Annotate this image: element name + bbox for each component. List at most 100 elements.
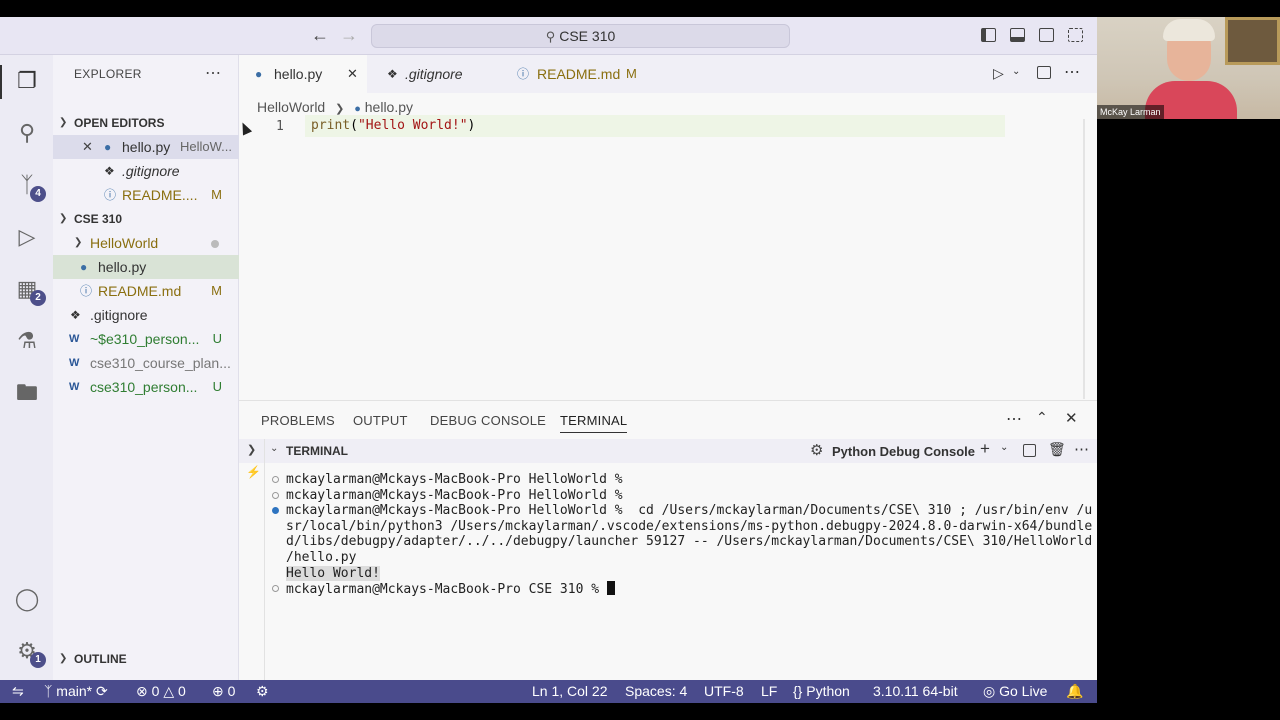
back-arrow-icon[interactable]: ← [311,25,329,45]
workspace-section[interactable]: ❯ CSE 310 [53,207,239,231]
debug-gear-icon: ⚙ [810,442,824,459]
open-editor-item[interactable]: ❖ .gitignore [53,159,239,183]
file-item[interactable]: W cse310_person... U [53,375,239,399]
cursor-position[interactable]: Ln 1, Col 22 [532,680,608,703]
tab-hello-py[interactable]: ● hello.py ✕ [239,55,367,93]
tab-debug-console[interactable]: DEBUG CONSOLE [430,413,546,428]
info-file-icon: ⓘ [517,67,530,81]
tab-gitignore[interactable]: ❖ .gitignore [367,55,503,93]
remote-icon[interactable]: ⇋ [12,680,24,703]
file-item[interactable]: W ~$e310_person... U [53,327,239,351]
chevron-down-icon[interactable]: ⌄ [1000,442,1008,453]
chevron-down-icon[interactable]: ⌄ [270,443,278,454]
toggle-primary-sidebar-icon[interactable] [981,28,996,42]
search-view-icon[interactable]: ⚲ [13,119,41,147]
indentation[interactable]: Spaces: 4 [625,680,687,703]
extensions-icon[interactable]: ▦ 2 [13,275,46,306]
testing-icon[interactable]: ⚗ [13,327,41,355]
problems-status[interactable]: ⊗ 0 △ 0 [136,680,186,703]
terminal-output[interactable]: mckaylarman@Mckays-MacBook-Pro HelloWorl… [272,472,1092,598]
tab-readme[interactable]: ⓘ README.md M [503,55,653,93]
folder-name: HelloWorld [90,235,159,251]
split-editor-icon[interactable] [1037,66,1051,79]
terminal-selected-text: Hello World! [286,565,380,581]
python-interpreter[interactable]: 3.10.11 64-bit [873,680,958,703]
customize-layout-icon[interactable] [1068,28,1083,42]
notifications-bell-icon[interactable]: 🔔 [1066,680,1083,703]
command-center-label: CSE 310 [559,28,616,44]
chevron-right-icon[interactable]: ❯ [247,443,256,456]
terminal-line: mckaylarman@Mckays-MacBook-Pro HelloWorl… [272,488,1086,504]
explorer-icon[interactable]: ❐ [13,67,41,95]
code-editor[interactable]: 1 print("Hello World!") [239,115,1097,415]
presenter-name: McKay Larman [1097,105,1164,119]
line-ending[interactable]: LF [761,680,777,703]
close-icon[interactable]: ✕ [347,55,358,93]
encoding[interactable]: UTF-8 [704,680,744,703]
language-mode[interactable]: {} Python [793,680,850,703]
word-file-icon: W [69,381,80,393]
file-item[interactable]: ❖ .gitignore [53,303,239,327]
file-name: cse310_person... [90,379,198,395]
code-line[interactable]: print("Hello World!") [305,115,1005,137]
more-actions-icon[interactable]: ⋯ [1074,440,1089,458]
file-name: hello.py [98,259,147,275]
tab-problems[interactable]: PROBLEMS [261,413,335,428]
terminal-text: mckaylarman@Mckays-MacBook-Pro HelloWorl… [286,472,623,487]
tab-output[interactable]: OUTPUT [353,413,408,428]
go-live-label: Go Live [999,683,1048,699]
open-editor-item[interactable]: ⓘ READMЕ.... M [53,183,239,207]
error-count: 0 [151,683,160,699]
run-debug-icon[interactable]: ▷ [13,223,41,251]
open-editors-section[interactable]: ❯ OPEN EDITORS [53,111,239,135]
close-icon[interactable]: ✕ [82,135,93,159]
breadcrumb-folder[interactable]: HelloWorld [257,99,325,115]
error-icon: ⊗ [136,683,148,699]
file-name: README.md [98,283,182,299]
outline-section[interactable]: ❯ OUTLINE [53,647,239,671]
breadcrumb-file[interactable]: hello.py [365,99,413,115]
more-actions-icon[interactable]: ⋯ [205,63,221,83]
folder-item[interactable]: ❯ HelloWorld [53,231,239,255]
file-item[interactable]: ● hello.py [53,255,239,279]
branch-status[interactable]: ᛉ main* ⟳ [44,680,108,703]
tab-terminal[interactable]: TERMINAL [560,413,628,433]
new-terminal-icon[interactable]: + [980,439,990,459]
maximize-panel-icon[interactable]: ⌃ [1036,409,1048,426]
close-panel-icon[interactable]: ✕ [1065,409,1078,427]
toggle-secondary-sidebar-icon[interactable] [1039,28,1054,42]
open-editor-name: hello.py [122,139,171,155]
file-item[interactable]: W cse310_course_plan... [53,351,239,375]
file-item[interactable]: ⓘ README.md M [53,279,239,303]
folder-icon[interactable]: 🖿 [13,379,41,407]
debug-icon[interactable]: ⚙ [256,680,269,703]
chevron-down-icon[interactable]: ⌄ [1012,66,1020,77]
terminal-text: sr/local/bin/python3 /Users/mckaylarman/… [286,518,1093,534]
terminal-text: /hello.py [286,549,357,565]
toggle-panel-icon[interactable] [1010,28,1025,42]
source-control-badge: 4 [30,186,46,202]
command-center-search[interactable]: ⚲ CSE 310 [371,24,790,48]
run-python-icon[interactable]: ▷ [993,65,1004,82]
open-editor-item[interactable]: ✕ ● hello.py HelloW... [53,135,239,159]
ports-status[interactable]: ⊕ 0 [212,680,235,703]
status-bar: ⇋ ᛉ main* ⟳ ⊗ 0 △ 0 ⊕ 0 ⚙ Ln 1, Col 22 S… [0,680,1097,703]
go-live[interactable]: ◎ Go Live [983,680,1047,703]
search-icon: ⚲ [545,29,556,44]
modified-badge: M [211,187,222,202]
tab-label: README.md [537,66,621,82]
more-actions-icon[interactable]: ⋯ [1064,62,1080,82]
accounts-icon[interactable]: ◯ [13,585,41,613]
split-terminal-icon[interactable] [1023,444,1036,457]
line-number: 1 [276,119,284,134]
source-control-icon[interactable]: ᛉ4 [13,171,46,202]
git-file-icon: ❖ [387,67,398,81]
terminal-gutter: ❯ ⚡ [239,439,265,681]
trash-icon[interactable]: 🗑 [1048,441,1066,458]
settings-gear-icon[interactable]: ⚙ 1 [13,637,46,668]
terminal-text: d/libs/debugpy/adapter/../../debugpy/lau… [286,534,1093,550]
more-actions-icon[interactable]: ⋯ [1006,409,1022,429]
scrollbar[interactable] [1083,119,1085,399]
forward-arrow-icon[interactable]: → [340,25,358,45]
terminal-profile[interactable]: Python Debug Console [832,444,975,459]
